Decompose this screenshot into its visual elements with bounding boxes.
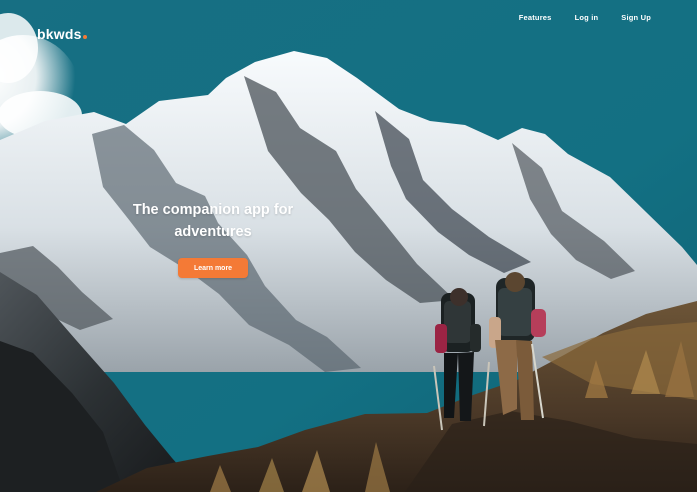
hero-title-line-2: adventures — [174, 224, 252, 240]
nav-links: Features Log in Sign Up — [519, 12, 651, 24]
nav-login-link[interactable]: Log in — [575, 12, 599, 24]
mountain-hero-image — [0, 0, 697, 492]
brand-logo[interactable]: bkwds — [37, 25, 87, 43]
nav-features-link[interactable]: Features — [519, 12, 552, 24]
logo-accent-dot — [82, 35, 87, 39]
landing-page: bkwds Features Log in Sign Up The compan… — [0, 0, 697, 492]
nav-signup-link[interactable]: Sign Up — [621, 12, 651, 24]
learn-more-button[interactable]: Learn more — [178, 258, 248, 278]
hero-copy: The companion app for adventures — [112, 199, 314, 243]
hero-title: The companion app for adventures — [112, 199, 314, 243]
top-navigation-bar: bkwds Features Log in Sign Up — [0, 0, 697, 43]
brand-name: bkwds — [37, 26, 82, 42]
hero-title-line-1: The companion app for — [132, 202, 294, 218]
